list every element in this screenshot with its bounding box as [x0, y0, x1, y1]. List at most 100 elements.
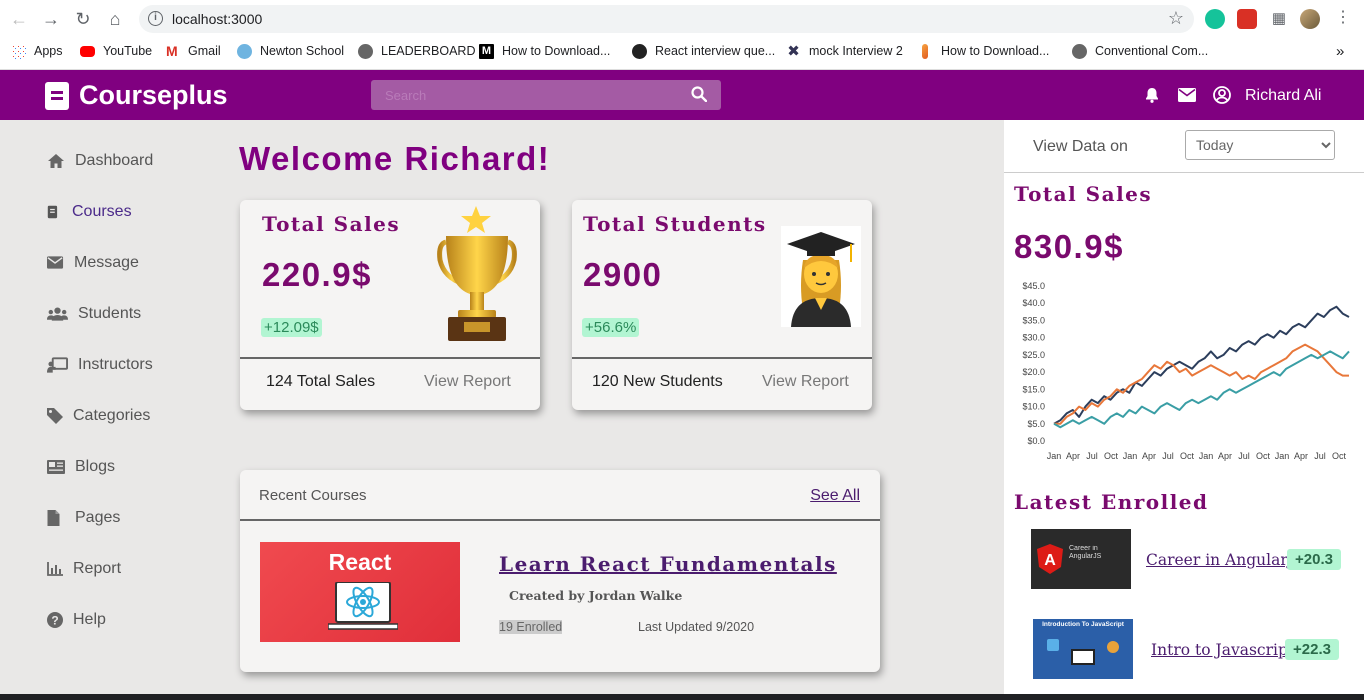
tag-icon: [47, 408, 63, 424]
javascript-thumbnail[interactable]: Introduction To JavaScript: [1033, 619, 1133, 679]
brand-name[interactable]: Courseplus: [79, 80, 228, 111]
chalkboard-icon: [47, 357, 68, 373]
series-line-2: [1053, 350, 1350, 429]
bookmark-label: Apps: [34, 44, 63, 58]
x-tick-label: Apr: [1218, 451, 1232, 461]
svg-text:A: A: [1044, 552, 1056, 569]
gear-icon: [1107, 641, 1119, 653]
sidebar-item-pages[interactable]: Pages: [47, 506, 120, 530]
sidebar-item-label: Instructors: [78, 356, 153, 373]
bookmark-label: Newton School: [260, 44, 345, 58]
forward-arrow-icon[interactable]: →: [40, 8, 62, 30]
search-input[interactable]: [371, 80, 681, 110]
sidebar-item-categories[interactable]: Categories: [47, 404, 150, 428]
sidebar-item-label: Dashboard: [75, 152, 154, 169]
bookmark-mock[interactable]: ✖ mock Interview 2: [786, 40, 903, 62]
x-tick-label: Apr: [1066, 451, 1080, 461]
bookmark-apps[interactable]: Apps: [11, 40, 63, 62]
course-name-link[interactable]: Learn React Fundamentals: [499, 552, 837, 576]
bookmark-medium[interactable]: M How to Download...: [479, 40, 610, 62]
sidebar-item-instructors[interactable]: Instructors: [47, 353, 153, 377]
angular-thumbnail[interactable]: A Career in AngularJS: [1031, 529, 1131, 589]
students-value: 2900: [583, 256, 663, 293]
welcome-heading: Welcome Richard!: [239, 140, 551, 177]
menu-kebab-icon[interactable]: ⋮: [1333, 9, 1353, 29]
x-tick-label: Jul: [1238, 451, 1250, 461]
bookmarks-more[interactable]: »: [1336, 40, 1344, 62]
bookmark-label: mock Interview 2: [809, 44, 903, 58]
latest-enrolled-title: Latest Enrolled: [1014, 490, 1209, 514]
x-tick-label: Oct: [1256, 451, 1271, 461]
view-data-select[interactable]: Today: [1185, 130, 1335, 160]
sidebar-item-label: Help: [73, 611, 106, 628]
y-tick-label: $15.0: [1022, 384, 1045, 394]
bookmark-conventional[interactable]: Conventional Com...: [1072, 40, 1208, 62]
code-icon: [1047, 639, 1059, 651]
envelope-icon[interactable]: [1178, 87, 1196, 103]
enrolled-course-link[interactable]: Career in AngularJS: [1146, 551, 1305, 569]
reload-icon[interactable]: ↻: [72, 8, 94, 30]
bookmark-leaderboard[interactable]: LEADERBOARD: [358, 40, 475, 62]
sidebar-item-dashboard[interactable]: Dashboard: [47, 149, 153, 173]
back-arrow-icon[interactable]: ←: [8, 8, 30, 30]
x-tick-label: Jul: [1086, 451, 1098, 461]
x-tick-label: Jul: [1314, 451, 1326, 461]
sales-footer: 124 Total Sales: [266, 373, 376, 390]
profile-avatar[interactable]: [1300, 9, 1320, 29]
sidebar-item-blogs[interactable]: Blogs: [47, 455, 115, 479]
card-title: Total Students: [583, 212, 767, 236]
bookmark-newton[interactable]: Newton School: [237, 40, 344, 62]
sidebar-item-courses[interactable]: Courses: [47, 200, 132, 224]
total-sales-card: Total Sales 220.9$ +12.09$ 124 Total Sal…: [240, 200, 540, 410]
home-button-icon[interactable]: ⌂: [104, 8, 126, 30]
bookmark-youtube[interactable]: YouTube: [80, 40, 152, 62]
y-tick-label: $30.0: [1022, 333, 1045, 343]
y-tick-label: $20.0: [1022, 367, 1045, 377]
enrolled-course-link[interactable]: Intro to Javascript: [1151, 641, 1294, 659]
file-icon: [47, 510, 60, 526]
svg-text:?: ?: [51, 613, 58, 627]
bookmark-github[interactable]: React interview que...: [632, 40, 775, 62]
enrolled-item: A Career in AngularJS Career in AngularJ…: [1031, 529, 1361, 589]
enrolled-value-badge: +20.3: [1287, 549, 1341, 570]
bell-icon[interactable]: [1143, 87, 1161, 103]
sales-view-report-link[interactable]: View Report: [424, 373, 511, 391]
logo-book-icon: [45, 82, 69, 110]
sidebar-item-label: Students: [78, 305, 142, 322]
sales-value: 220.9$: [262, 256, 372, 293]
grammarly-icon[interactable]: [1205, 9, 1225, 29]
search-icon[interactable]: [691, 86, 707, 102]
card-title: Total Sales: [262, 212, 401, 236]
card-divider: [240, 357, 540, 359]
star-icon[interactable]: ☆: [1168, 8, 1184, 29]
sidebar-item-message[interactable]: Message: [47, 251, 139, 275]
students-view-report-link[interactable]: View Report: [762, 373, 849, 391]
question-icon: ?: [47, 612, 63, 628]
x-tick-label: Apr: [1142, 451, 1156, 461]
address-bar[interactable]: i localhost:3000 ☆: [139, 5, 1194, 33]
x-tick-label: Jan: [1275, 451, 1290, 461]
course-thumbnail[interactable]: React: [260, 542, 460, 642]
newton-icon: [237, 43, 252, 59]
sidebar: Dashboard Courses Message Students Instr…: [0, 120, 215, 700]
github-icon: [632, 43, 647, 59]
puzzle-icon[interactable]: ▦: [1269, 9, 1289, 29]
bookmark-download[interactable]: How to Download...: [918, 40, 1049, 62]
sidebar-item-students[interactable]: Students: [47, 302, 141, 326]
home-icon: [48, 154, 64, 168]
enrolled-count: 19 Enrolled: [499, 620, 563, 634]
user-circle-icon[interactable]: [1213, 86, 1231, 104]
view-data-label: View Data on: [1033, 138, 1128, 155]
sidebar-item-report[interactable]: Report: [47, 557, 121, 581]
y-tick-label: $0.0: [1027, 436, 1045, 446]
user-name[interactable]: Richard Ali: [1245, 87, 1321, 105]
info-icon[interactable]: i: [148, 11, 163, 26]
x-tick-label: Jan: [1047, 451, 1062, 461]
bookmark-gmail[interactable]: M Gmail: [166, 40, 221, 62]
sidebar-item-help[interactable]: ? Help: [47, 608, 106, 632]
thumb-text: Career in AngularJS: [1069, 545, 1102, 560]
bookmarks-bar: Apps YouTube M Gmail Newton School LEADE…: [0, 40, 1364, 62]
see-all-link[interactable]: See All: [810, 487, 860, 505]
students-footer: 120 New Students: [592, 373, 723, 390]
extension-red-icon[interactable]: [1237, 9, 1257, 29]
